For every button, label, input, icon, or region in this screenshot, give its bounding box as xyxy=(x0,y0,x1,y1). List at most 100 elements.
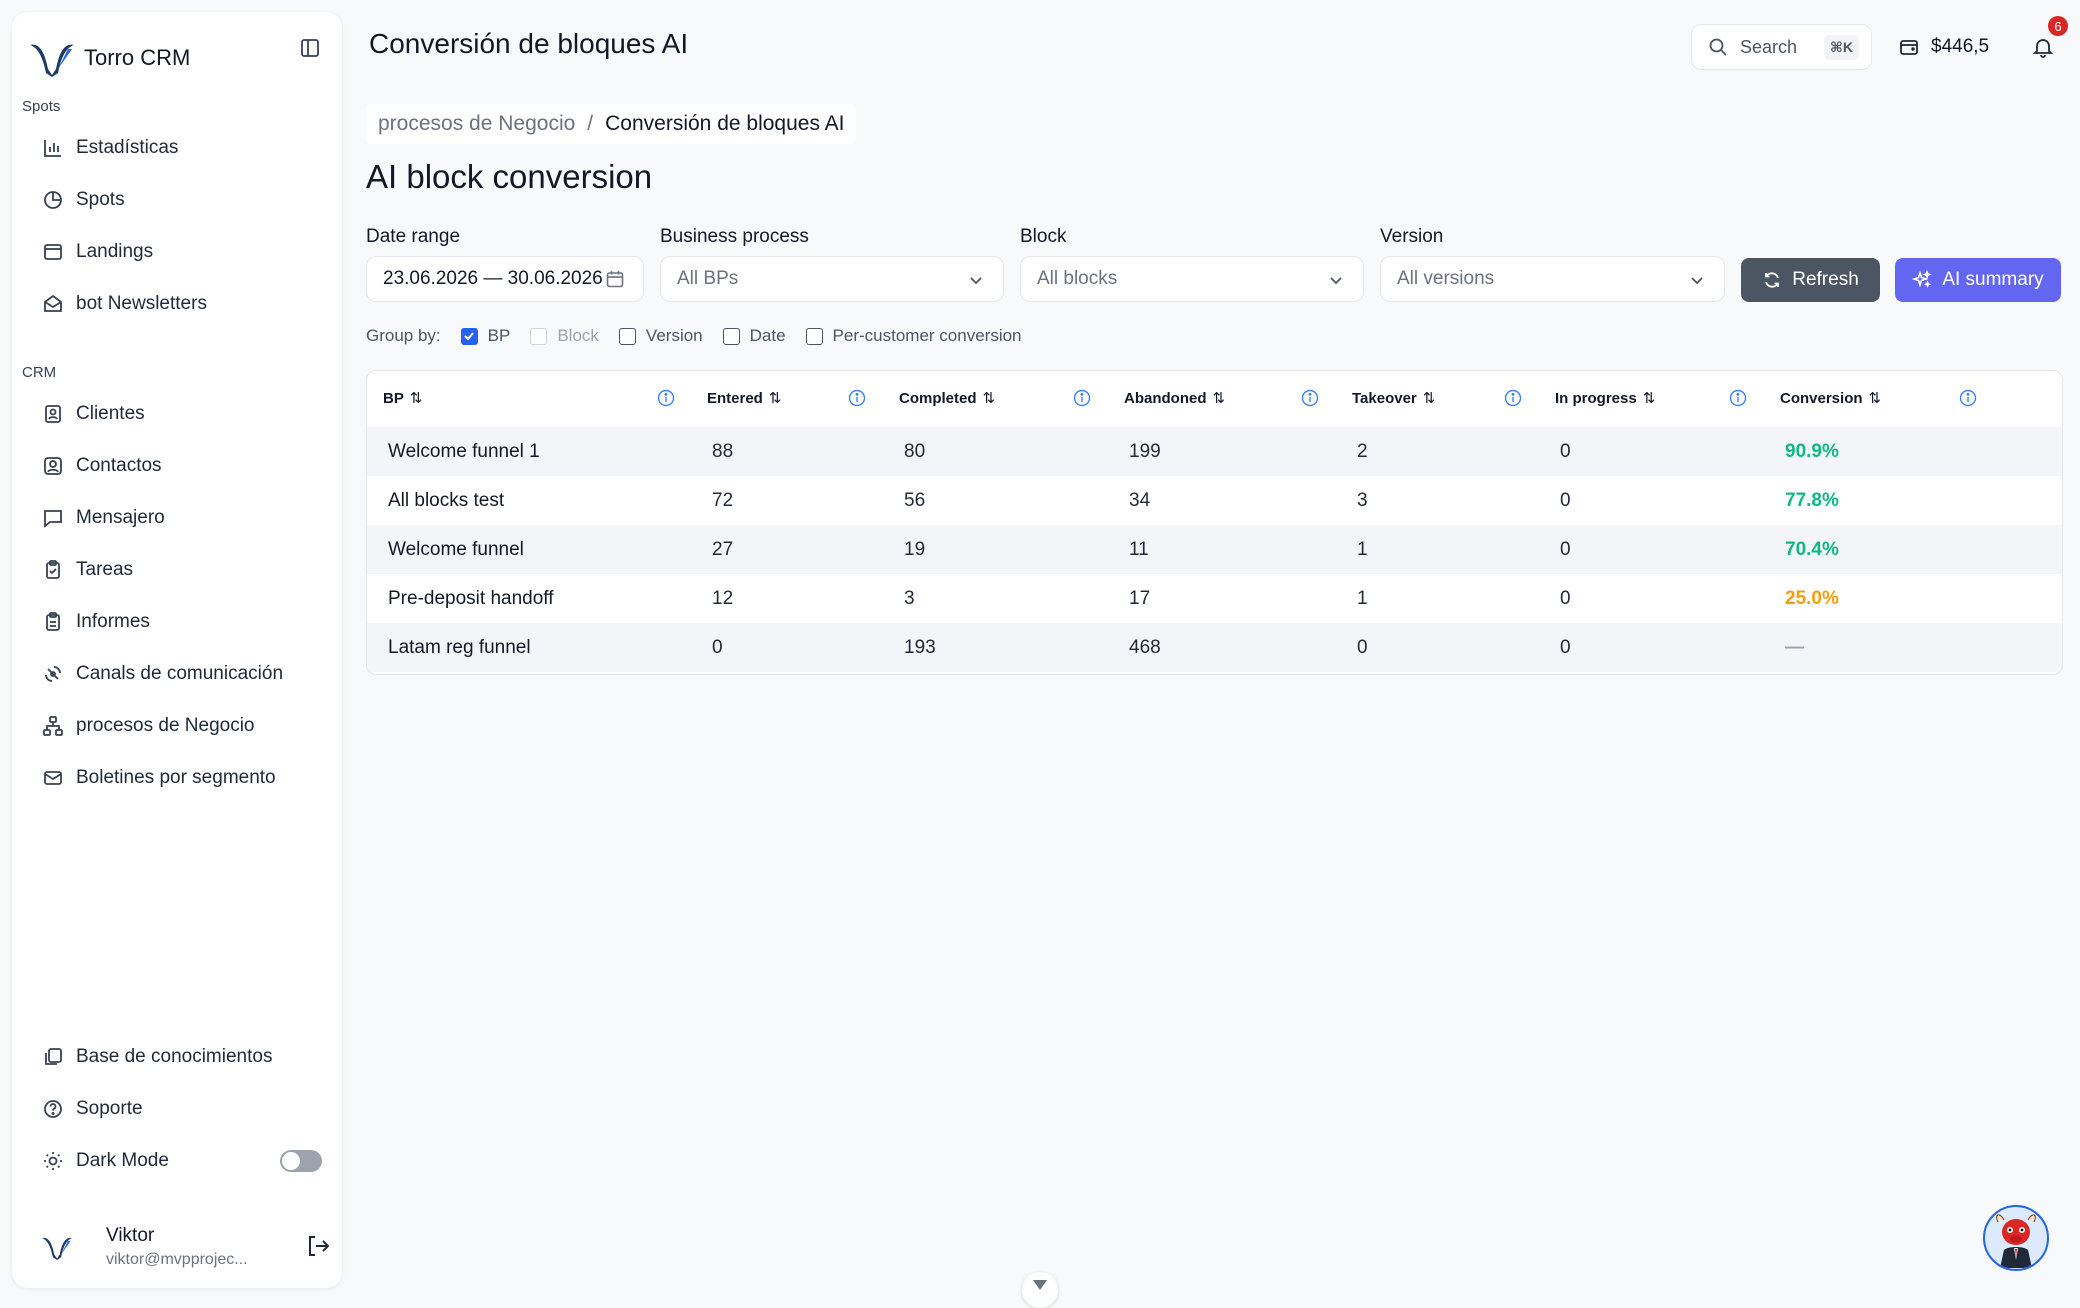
breadcrumb-current: Conversión de bloques AI xyxy=(605,112,845,135)
sidebar-item-label: Informes xyxy=(76,611,150,632)
block-select[interactable]: All blocks xyxy=(1020,256,1364,302)
sidebar-item-boletines[interactable]: Boletines por segmento xyxy=(22,752,332,804)
column-header-in-progress[interactable]: In progress ⇅ xyxy=(1555,371,1655,425)
cell-bp: Latam reg funnel xyxy=(388,636,531,658)
group-by-option-label: Per-customer conversion xyxy=(832,326,1022,345)
table-row[interactable]: Pre-deposit handoff 12 3 17 1 0 25.0% xyxy=(367,574,2062,623)
cell-abandoned: 468 xyxy=(1129,636,1161,658)
check-icon xyxy=(464,332,474,341)
notification-badge: 6 xyxy=(2048,16,2068,36)
sidebar-item-spots[interactable]: Spots xyxy=(22,174,332,226)
group-by-bp-checkbox[interactable]: BP xyxy=(460,326,510,346)
chevron-down-icon xyxy=(1330,277,1342,285)
dark-mode-toggle[interactable] xyxy=(280,1150,322,1172)
contact-card-icon xyxy=(45,405,61,423)
cell-conversion: — xyxy=(1785,636,1804,658)
sidebar-item-informes[interactable]: Informes xyxy=(22,596,332,648)
info-icon[interactable] xyxy=(1301,389,1319,407)
balance-value: $446,5 xyxy=(1931,36,1990,57)
sidebar-item-estadisticas[interactable]: Estadísticas xyxy=(22,122,332,174)
sidebar-item-label: bot Newsletters xyxy=(76,293,207,314)
column-header-takeover[interactable]: Takeover ⇅ xyxy=(1352,371,1435,425)
user-profile: Viktor viktor@mvpprojec... xyxy=(32,1212,332,1282)
column-header-entered[interactable]: Entered ⇅ xyxy=(707,371,781,425)
assistant-mascot-button[interactable] xyxy=(1983,1205,2049,1271)
info-icon[interactable] xyxy=(1504,389,1522,407)
sidebar-item-mensajero[interactable]: Mensajero xyxy=(22,492,332,544)
group-by-per-customer-checkbox[interactable]: Per-customer conversion xyxy=(805,326,1022,346)
column-header-abandoned[interactable]: Abandoned ⇅ xyxy=(1124,371,1225,425)
cell-entered: 0 xyxy=(712,636,723,658)
breadcrumb: procesos de Negocio / Conversión de bloq… xyxy=(366,104,857,144)
breadcrumb-parent[interactable]: procesos de Negocio xyxy=(378,112,575,136)
table-row[interactable]: All blocks test 72 56 34 3 0 77.8% xyxy=(367,476,2062,525)
info-icon[interactable] xyxy=(1959,389,1977,407)
brand[interactable]: Torro CRM xyxy=(22,28,332,88)
user-square-icon xyxy=(44,457,62,475)
search-input[interactable]: Search ⌘K xyxy=(1691,24,1872,70)
checkbox[interactable] xyxy=(722,327,740,345)
scroll-down-button[interactable] xyxy=(1022,1272,1058,1308)
block-value: All blocks xyxy=(1037,268,1118,289)
column-header-label: In progress xyxy=(1555,389,1637,407)
checkbox[interactable] xyxy=(618,327,636,345)
clipboard-list-icon xyxy=(46,612,60,631)
info-icon[interactable] xyxy=(657,389,675,407)
pie-chart-icon xyxy=(44,191,62,209)
notifications-button[interactable]: 6 xyxy=(2026,16,2068,64)
sidebar-collapse-icon[interactable] xyxy=(296,34,324,62)
table-row[interactable]: Welcome funnel 1 88 80 199 2 0 90.9% xyxy=(367,427,2062,476)
group-by-version-checkbox[interactable]: Version xyxy=(618,326,703,346)
page-header-title: Conversión de bloques AI xyxy=(369,28,689,59)
column-header-label: Entered xyxy=(707,389,763,407)
sort-icon: ⇅ xyxy=(409,390,423,407)
search-shortcut: ⌘K xyxy=(1823,35,1859,60)
cell-conversion: 25.0% xyxy=(1785,587,1839,609)
sidebar-item-canals[interactable]: Canals de comunicación xyxy=(22,648,332,700)
sidebar-item-clientes[interactable]: Clientes xyxy=(22,388,332,440)
sidebar-item-tareas[interactable]: Tareas xyxy=(22,544,332,596)
business-process-select[interactable]: All BPs xyxy=(660,256,1004,302)
cell-abandoned: 199 xyxy=(1129,440,1161,462)
info-icon[interactable] xyxy=(1073,389,1091,407)
info-icon[interactable] xyxy=(1729,389,1747,407)
sidebar-item-label: procesos de Negocio xyxy=(76,715,255,736)
group-by-option-label: Block xyxy=(557,326,599,345)
cell-conversion: 77.8% xyxy=(1785,489,1839,511)
table-row[interactable]: Latam reg funnel 0 193 468 0 0 — xyxy=(367,623,2062,672)
sidebar-item-knowledge[interactable]: Base de conocimientos xyxy=(22,1031,332,1083)
business-process-value: All BPs xyxy=(677,268,739,289)
sidebar-item-contactos[interactable]: Contactos xyxy=(22,440,332,492)
cell-conversion: 70.4% xyxy=(1785,538,1839,560)
checkbox[interactable] xyxy=(460,327,478,345)
column-header-label: BP xyxy=(383,389,404,407)
sidebar-item-label: Canals de comunicación xyxy=(76,663,284,684)
column-header-conversion[interactable]: Conversion ⇅ xyxy=(1780,371,1881,425)
cell-takeover: 1 xyxy=(1357,587,1368,609)
balance[interactable]: $446,5 xyxy=(1899,24,1989,70)
logout-icon[interactable] xyxy=(304,1232,332,1260)
date-range-picker[interactable]: 23.06.2026 — 30.06.2026 xyxy=(366,256,644,302)
group-by-date-checkbox[interactable]: Date xyxy=(722,326,786,346)
sidebar-item-bot-newsletters[interactable]: bot Newsletters xyxy=(22,278,332,330)
sidebar-item-soporte[interactable]: Soporte xyxy=(22,1083,332,1135)
sidebar-item-procesos[interactable]: procesos de Negocio xyxy=(22,700,332,752)
browser-icon xyxy=(44,244,62,260)
cell-completed: 80 xyxy=(904,440,926,462)
torro-logo-icon xyxy=(22,28,82,88)
version-select[interactable]: All versions xyxy=(1380,256,1725,302)
refresh-button[interactable]: Refresh xyxy=(1741,258,1880,302)
info-icon[interactable] xyxy=(848,389,866,407)
cell-completed: 193 xyxy=(904,636,936,658)
ai-summary-button[interactable]: AI summary xyxy=(1895,258,2061,302)
sort-icon: ⇅ xyxy=(1868,390,1882,407)
table-row[interactable]: Welcome funnel 27 19 11 1 0 70.4% xyxy=(367,525,2062,574)
column-header-completed[interactable]: Completed ⇅ xyxy=(899,371,995,425)
cell-takeover: 0 xyxy=(1357,636,1368,658)
cell-bp: Welcome funnel xyxy=(388,538,524,560)
breadcrumb-separator: / xyxy=(587,112,594,135)
avatar[interactable] xyxy=(32,1222,82,1272)
checkbox[interactable] xyxy=(805,327,823,345)
column-header-bp[interactable]: BP ⇅ xyxy=(383,371,422,425)
sidebar-item-landings[interactable]: Landings xyxy=(22,226,332,278)
